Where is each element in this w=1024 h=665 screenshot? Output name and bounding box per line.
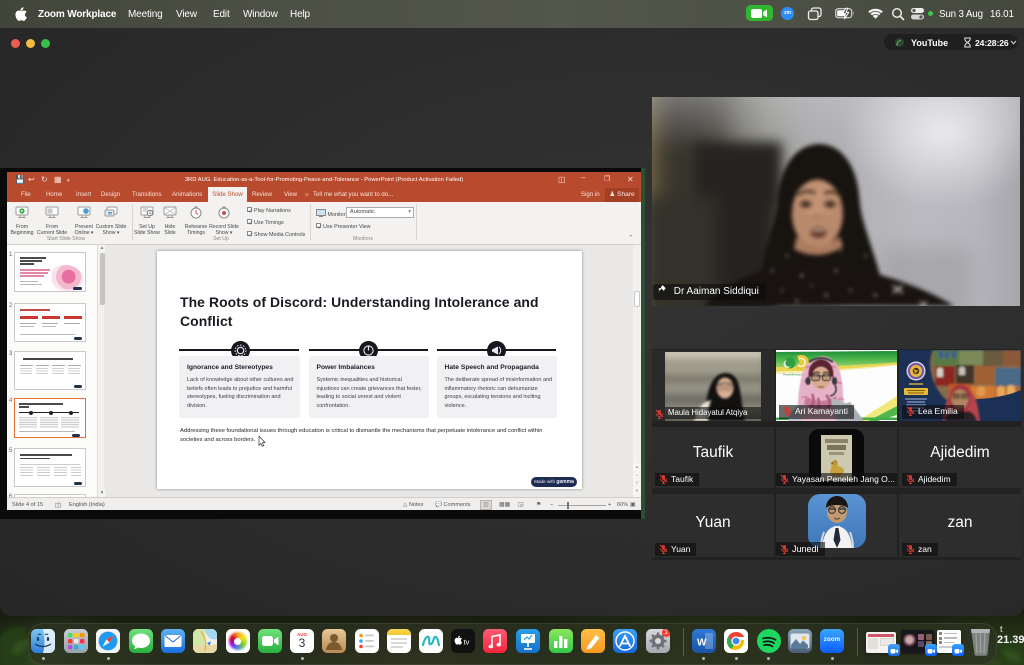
svg-text:W: W [697, 638, 707, 649]
svg-text:tv: tv [463, 638, 469, 647]
